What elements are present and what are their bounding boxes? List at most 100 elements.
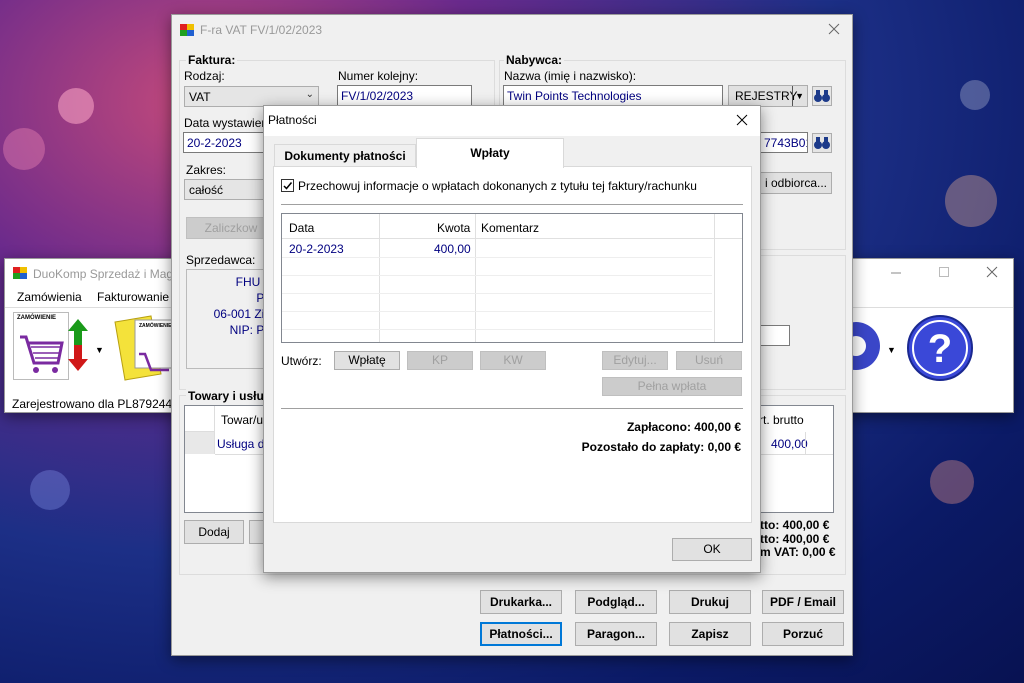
close-icon[interactable] <box>732 110 752 130</box>
pdf-email-button[interactable]: PDF / Email <box>762 590 844 614</box>
tab-dokumenty-platnosci[interactable]: Dokumenty płatności <box>274 144 416 166</box>
col-header-komentarz: Komentarz <box>481 221 540 235</box>
arrow-up-green-icon <box>67 319 89 374</box>
utworz-label: Utwórz: <box>281 354 322 368</box>
payments-dialog: Płatności Dokumenty płatności Wpłaty Prz… <box>263 105 761 573</box>
row-divider <box>282 257 712 258</box>
invoice-title: F-ra VAT FV/1/02/2023 <box>200 23 323 37</box>
nabywca-heading: Nabywca: <box>504 53 565 67</box>
invoice-titlebar: F-ra VAT FV/1/02/2023 <box>172 15 852 45</box>
bokeh-light <box>960 80 990 110</box>
numer-label: Numer kolejny: <box>338 69 419 83</box>
rejestry-label: REJESTRY <box>735 89 798 103</box>
payments-grid[interactable]: Data Kwota Komentarz 20-2-2023 400,00 <box>281 213 743 343</box>
item-brutto-cell[interactable]: 400,00 <box>771 437 808 451</box>
rodzaj-select[interactable]: VAT ⌄ <box>184 86 319 107</box>
data-wystawienia-field[interactable]: 20-2-2023 <box>183 132 273 153</box>
row-divider <box>282 329 712 330</box>
total-vat: m VAT: 0,00 € <box>760 545 836 559</box>
grid-header-left <box>185 406 215 432</box>
tab-wplaty[interactable]: Wpłaty <box>416 138 564 168</box>
chevron-down-icon: ▼ <box>792 86 804 106</box>
col-header-data: Data <box>289 221 315 235</box>
pozostalo-summary: Pozostało do zapłaty: 0,00 € <box>581 440 741 454</box>
col-header-kwota: Kwota <box>437 221 471 235</box>
seller-line: 06-001 Zie <box>213 307 271 321</box>
paragon-button[interactable]: Paragon... <box>575 622 657 646</box>
store-info-checkbox[interactable] <box>281 179 294 192</box>
chevron-down-icon: ⌄ <box>305 89 314 100</box>
close-icon[interactable] <box>985 265 999 279</box>
wart-brutto-header: rt. brutto <box>759 413 804 427</box>
data-wystawienia-label: Data wystawien <box>184 116 269 130</box>
binoculars-icon-2[interactable] <box>812 133 832 153</box>
payment-date-cell[interactable]: 20-2-2023 <box>289 242 344 256</box>
nip-field[interactable]: 7743B01 <box>760 132 808 153</box>
minimize-icon[interactable] <box>889 265 903 279</box>
drukuj-button[interactable]: Drukuj <box>669 590 751 614</box>
payment-amount-cell[interactable]: 400,00 <box>434 242 471 256</box>
row-divider <box>282 275 712 276</box>
porzuc-button[interactable]: Porzuć <box>762 622 844 646</box>
towar-header: Towar/us <box>221 413 270 427</box>
total-brutto-2: tto: 400,00 € <box>760 532 830 546</box>
platnosci-button[interactable]: Płatności... <box>480 622 562 646</box>
seller-line: NIP: PL <box>229 323 271 337</box>
podglad-button[interactable]: Podgląd... <box>575 590 657 614</box>
dodaj-button[interactable]: Dodaj <box>184 520 244 544</box>
pelna-wplata-button[interactable]: Pełna wpłata <box>602 377 742 396</box>
bokeh-light <box>3 128 45 170</box>
help-question-icon[interactable]: ? <box>906 314 974 385</box>
zakres-label: Zakres: <box>186 163 227 177</box>
towary-label: Towary i usług <box>186 389 274 403</box>
col-divider <box>714 214 715 342</box>
nazwa-label: Nazwa (imię i nazwisko): <box>504 69 637 83</box>
svg-text:?: ? <box>928 327 952 371</box>
row-divider <box>282 293 712 294</box>
zakres-select[interactable]: całość <box>184 179 274 200</box>
kw-button[interactable]: KW <box>480 351 546 370</box>
drukarka-button[interactable]: Drukarka... <box>480 590 562 614</box>
fakturowanie-folder-icon[interactable]: ZAMÓWIENIE <box>111 314 174 384</box>
zamowienie-cart-icon[interactable]: ZAMÓWIENIE <box>13 312 69 380</box>
dropdown-arrow-icon-2[interactable]: ▼ <box>887 345 896 355</box>
app-logo-icon <box>180 24 194 36</box>
bokeh-light <box>945 175 997 227</box>
kp-button[interactable]: KP <box>407 351 473 370</box>
app-logo-icon <box>13 267 27 279</box>
background-app-title: DuoKomp Sprzedaż i Maga <box>33 267 180 281</box>
col-divider <box>475 214 476 342</box>
menu-zamowienia[interactable]: Zamówienia <box>17 290 82 304</box>
ok-button[interactable]: OK <box>672 538 752 561</box>
row-selector <box>185 432 215 454</box>
zamowienie-tile-label: ZAMÓWIENIE <box>17 315 56 321</box>
nazwa-field[interactable]: Twin Points Technologies <box>503 85 723 106</box>
menu-fakturowanie[interactable]: Fakturowanie <box>97 290 169 304</box>
odbiorca-button[interactable]: i odbiorca... <box>760 172 832 194</box>
seller-line: FHU A <box>235 275 271 289</box>
rejestry-button[interactable]: REJESTRY ▼ <box>728 85 808 107</box>
row-divider <box>282 311 712 312</box>
usun-button[interactable]: Usuń <box>676 351 742 370</box>
payments-title: Płatności <box>268 113 317 127</box>
total-brutto: tto: 400,00 € <box>760 518 830 532</box>
maximize-icon[interactable] <box>937 265 951 279</box>
edytuj-button[interactable]: Edytuj... <box>602 351 668 370</box>
registration-status: Zarejestrowano dla PL87924462 <box>12 397 186 411</box>
divider <box>281 408 743 409</box>
settings-gear-icon[interactable] <box>832 311 880 384</box>
wplate-button[interactable]: Wpłatę <box>334 351 400 370</box>
store-info-label[interactable]: Przechowuj informacje o wpłatach dokonan… <box>298 179 697 193</box>
binoculars-icon[interactable] <box>812 86 832 106</box>
sprzedawca-label: Sprzedawca: <box>186 253 256 267</box>
seller-line: Po <box>187 290 271 306</box>
dropdown-arrow-icon[interactable]: ▼ <box>95 345 104 355</box>
zapisz-button[interactable]: Zapisz <box>669 622 751 646</box>
col-line <box>805 432 806 454</box>
numer-field[interactable]: FV/1/02/2023 <box>337 85 472 106</box>
zaplacono-summary: Zapłacono: 400,00 € <box>626 420 741 434</box>
rodzaj-label: Rodzaj: <box>184 69 225 83</box>
payments-titlebar: Płatności <box>264 106 760 136</box>
right-input[interactable] <box>760 325 790 346</box>
close-icon[interactable] <box>824 19 844 39</box>
